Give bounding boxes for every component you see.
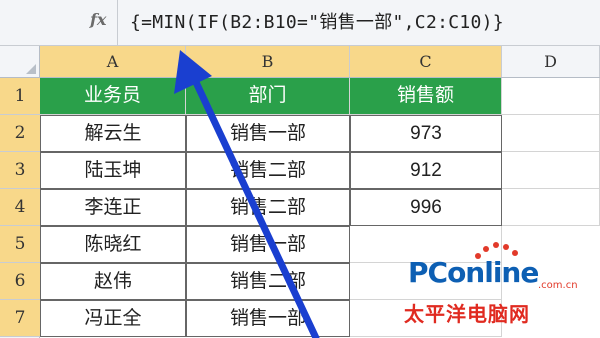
watermark-cn-name: 太平洋电脑网	[404, 302, 530, 326]
cell-d4[interactable]	[502, 189, 600, 226]
pconline-watermark: PConline .com.cn 太平洋电脑网	[404, 236, 598, 332]
table-cell[interactable]: 销售一部	[186, 226, 350, 263]
table-cell[interactable]: 973	[350, 115, 502, 152]
table-cell[interactable]: 销售二部	[186, 152, 350, 189]
row-header-2[interactable]: 2	[0, 115, 40, 152]
row-header-7[interactable]: 7	[0, 300, 40, 337]
table-cell[interactable]: 销售一部	[186, 115, 350, 152]
cell-d2[interactable]	[502, 115, 600, 152]
formula-input[interactable]: {=MIN(IF(B2:B10="销售一部",C2:C10)}	[130, 8, 594, 34]
table-cell[interactable]: 销售二部	[186, 189, 350, 226]
row-headers: 1 2 3 4 5 6 7	[0, 78, 40, 338]
row-header-5[interactable]: 5	[0, 226, 40, 263]
column-header-d[interactable]: D	[502, 46, 600, 77]
row-header-3[interactable]: 3	[0, 152, 40, 189]
row-header-1[interactable]: 1	[0, 78, 40, 115]
table-cell[interactable]: 陆玉坤	[40, 152, 186, 189]
column-header-a[interactable]: A	[40, 46, 186, 77]
header-cell-sales[interactable]: 销售额	[350, 78, 502, 115]
table-cell[interactable]: 李连正	[40, 189, 186, 226]
row-header-4[interactable]: 4	[0, 189, 40, 226]
table-cell[interactable]: 912	[350, 152, 502, 189]
cell-d3[interactable]	[502, 152, 600, 189]
name-box-area[interactable]: fx	[0, 0, 118, 45]
select-all-button[interactable]	[0, 46, 40, 77]
fx-icon[interactable]: fx	[90, 10, 106, 29]
table-cell[interactable]: 销售一部	[186, 300, 350, 337]
column-headers: A B C D	[0, 46, 600, 78]
table-cell[interactable]: 销售二部	[186, 263, 350, 300]
row-header-6[interactable]: 6	[0, 263, 40, 300]
formula-bar: fx {=MIN(IF(B2:B10="销售一部",C2:C10)}	[0, 0, 600, 46]
table-cell[interactable]: 赵伟	[40, 263, 186, 300]
header-cell-salesperson[interactable]: 业务员	[40, 78, 186, 115]
select-all-triangle-icon	[26, 64, 36, 74]
column-header-c[interactable]: C	[350, 46, 502, 77]
column-header-b[interactable]: B	[186, 46, 350, 77]
cell-d1[interactable]	[502, 78, 600, 115]
watermark-domain: .com.cn	[538, 280, 578, 291]
watermark-brand: PConline	[408, 256, 539, 289]
table-cell[interactable]: 解云生	[40, 115, 186, 152]
header-cell-department[interactable]: 部门	[186, 78, 350, 115]
table-cell[interactable]: 996	[350, 189, 502, 226]
table-cell[interactable]: 陈晓红	[40, 226, 186, 263]
table-cell[interactable]: 冯正全	[40, 300, 186, 337]
